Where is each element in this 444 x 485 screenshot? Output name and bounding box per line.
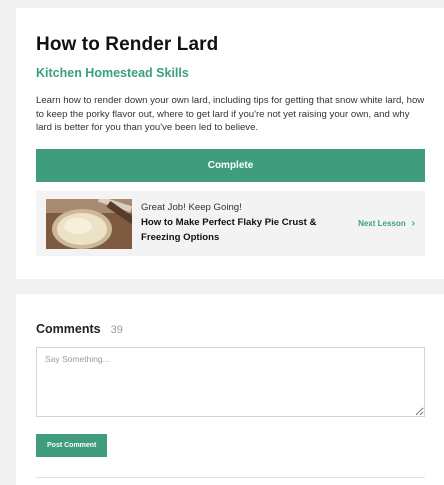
next-lesson-panel[interactable]: Great Job! Keep Going! How to Make Perfe… [36,191,425,257]
next-lesson-text: Great Job! Keep Going! How to Make Perfe… [141,202,358,246]
post-comment-button[interactable]: Post Comment [36,434,108,457]
complete-button[interactable]: Complete [36,149,425,183]
lesson-card: How to Render Lard Kitchen Homestead Ski… [16,8,444,279]
chevron-right-icon[interactable]: › [412,218,415,229]
next-lesson-link[interactable]: Next Lesson › [358,218,415,229]
lesson-description: Learn how to render down your own lard, … [36,95,425,134]
comment-input[interactable] [36,347,425,417]
encouragement-text: Great Job! Keep Going! [141,201,242,213]
next-lesson-label[interactable]: Next Lesson [358,219,406,228]
comments-count: 39 [110,324,123,336]
comments-header: Comments 39 [36,322,425,336]
comments-heading: Comments [36,322,101,336]
pie-crust-thumbnail[interactable] [46,198,132,249]
next-lesson-title[interactable]: How to Make Perfect Flaky Pie Crust & Fr… [141,215,358,246]
comments-card: Comments 39 Post Comment [16,294,444,485]
lesson-title: How to Render Lard [36,34,219,55]
course-name[interactable]: Kitchen Homestead Skills [36,66,425,80]
divider [36,477,425,478]
